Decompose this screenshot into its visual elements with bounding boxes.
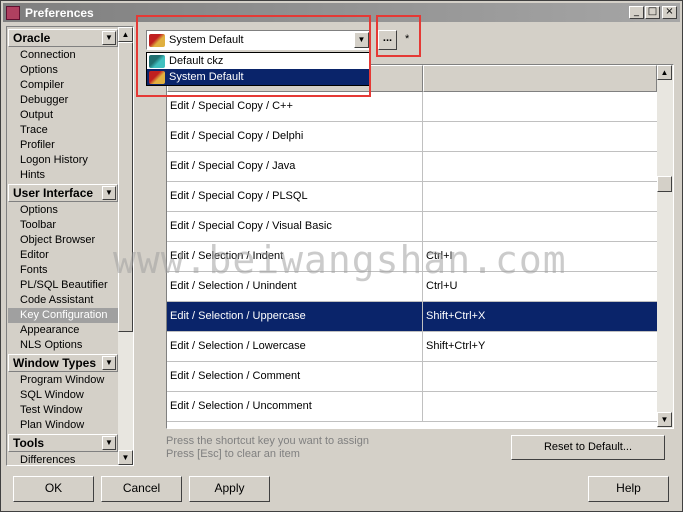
sidebar-item[interactable]: Appearance bbox=[8, 323, 118, 338]
sidebar-item[interactable]: Plan Window bbox=[8, 418, 118, 433]
highlight-box-config bbox=[136, 15, 371, 97]
app-icon bbox=[6, 5, 20, 20]
command-cell[interactable]: Edit / Selection / Uncomment bbox=[167, 392, 423, 421]
sidebar-group-header[interactable]: User Interface ▼ bbox=[8, 184, 118, 202]
chevron-down-icon[interactable]: ▼ bbox=[102, 356, 116, 370]
help-button[interactable]: Help bbox=[588, 476, 669, 502]
table-row[interactable]: Edit / Selection / Lowercase Shift+Ctrl+Y bbox=[167, 332, 673, 362]
shortcut-cell[interactable] bbox=[423, 92, 657, 121]
grid-rows: Edit / Special Copy / C++ Edit / Special … bbox=[167, 92, 673, 422]
command-cell[interactable]: Edit / Selection / Comment bbox=[167, 362, 423, 391]
shortcut-cell[interactable]: Shift+Ctrl+Y bbox=[423, 332, 657, 361]
sidebar-group-header[interactable]: Window Types ▼ bbox=[8, 354, 118, 372]
grid-scroll-thumb[interactable] bbox=[657, 176, 672, 192]
shortcut-cell[interactable] bbox=[423, 392, 657, 421]
sidebar-item[interactable]: Options bbox=[8, 63, 118, 78]
shortcut-cell[interactable]: Ctrl+I bbox=[423, 242, 657, 271]
scroll-up-icon[interactable]: ▲ bbox=[657, 65, 672, 80]
sidebar-item[interactable]: Logon History bbox=[8, 153, 118, 168]
shortcut-cell[interactable]: Shift+Ctrl+X bbox=[423, 302, 657, 331]
command-cell[interactable]: Edit / Special Copy / Visual Basic bbox=[167, 212, 423, 241]
command-cell[interactable]: Edit / Selection / Unindent bbox=[167, 272, 423, 301]
sidebar-item[interactable]: Connection bbox=[8, 48, 118, 63]
table-row[interactable]: Edit / Selection / Unindent Ctrl+U bbox=[167, 272, 673, 302]
shortcut-cell[interactable] bbox=[423, 212, 657, 241]
command-cell[interactable]: Edit / Special Copy / PLSQL bbox=[167, 182, 423, 211]
sidebar-item[interactable]: NLS Options bbox=[8, 338, 118, 353]
shortcut-hint: Press the shortcut key you want to assig… bbox=[166, 435, 369, 460]
shortcut-cell[interactable] bbox=[423, 362, 657, 391]
preferences-window: Preferences _ □ × Oracle ▼ Connection Optio… bbox=[0, 0, 683, 512]
sidebar-item[interactable]: Differences bbox=[8, 453, 118, 464]
highlight-box-ellipsis bbox=[376, 15, 421, 57]
sidebar-item[interactable]: Code Assistant bbox=[8, 293, 118, 308]
command-cell[interactable]: Edit / Selection / Indent bbox=[167, 242, 423, 271]
command-cell[interactable]: Edit / Selection / Uppercase bbox=[167, 302, 423, 331]
scroll-up-icon[interactable]: ▲ bbox=[118, 27, 133, 42]
sidebar: Oracle ▼ Connection Options Compiler Debugger… bbox=[6, 26, 134, 466]
scroll-down-icon[interactable]: ▼ bbox=[118, 450, 133, 465]
sidebar-item[interactable]: PL/SQL Beautifier bbox=[8, 278, 118, 293]
shortcut-cell[interactable] bbox=[423, 182, 657, 211]
sidebar-item[interactable]: Trace bbox=[8, 123, 118, 138]
table-row[interactable]: Edit / Selection / Comment bbox=[167, 362, 673, 392]
sidebar-item[interactable]: Editor bbox=[8, 248, 118, 263]
apply-button[interactable]: Apply bbox=[189, 476, 270, 502]
reset-to-default-button[interactable]: Reset to Default... bbox=[511, 435, 665, 460]
table-row[interactable]: Edit / Special Copy / Visual Basic bbox=[167, 212, 673, 242]
sidebar-scrollbar[interactable]: ▲ ▼ bbox=[118, 27, 133, 465]
sidebar-item[interactable]: Test Window bbox=[8, 403, 118, 418]
scroll-down-icon[interactable]: ▼ bbox=[657, 412, 672, 427]
command-cell[interactable]: Edit / Selection / Lowercase bbox=[167, 332, 423, 361]
command-cell[interactable]: Edit / Special Copy / Java bbox=[167, 152, 423, 181]
shortcut-cell[interactable]: Ctrl+U bbox=[423, 272, 657, 301]
sidebar-scroll-thumb[interactable] bbox=[118, 42, 133, 332]
table-row[interactable]: Edit / Special Copy / Delphi bbox=[167, 122, 673, 152]
sidebar-item[interactable]: Program Window bbox=[8, 373, 118, 388]
sidebar-item[interactable]: Profiler bbox=[8, 138, 118, 153]
chevron-down-icon[interactable]: ▼ bbox=[102, 436, 116, 450]
grid-scrollbar[interactable]: ▲ ▼ bbox=[657, 65, 673, 428]
table-row[interactable]: Edit / Selection / Uppercase Shift+Ctrl+X bbox=[167, 302, 673, 332]
sidebar-item[interactable]: Output bbox=[8, 108, 118, 123]
table-row[interactable]: Edit / Selection / Uncomment bbox=[167, 392, 673, 422]
table-row[interactable]: Edit / Selection / Indent Ctrl+I bbox=[167, 242, 673, 272]
table-row[interactable]: Edit / Special Copy / Java bbox=[167, 152, 673, 182]
maximize-button[interactable]: □ bbox=[645, 6, 660, 19]
sidebar-item[interactable]: Object Browser bbox=[8, 233, 118, 248]
window-title: Preferences bbox=[25, 5, 94, 20]
chevron-down-icon[interactable]: ▼ bbox=[102, 186, 116, 200]
cancel-button[interactable]: Cancel bbox=[101, 476, 182, 502]
minimize-button[interactable]: _ bbox=[629, 6, 644, 19]
sidebar-item[interactable]: Compiler bbox=[8, 78, 118, 93]
sidebar-item[interactable]: SQL Window bbox=[8, 388, 118, 403]
command-cell[interactable]: Edit / Special Copy / Delphi bbox=[167, 122, 423, 151]
close-button[interactable]: × bbox=[662, 6, 677, 19]
sidebar-group-header[interactable]: Oracle ▼ bbox=[8, 29, 118, 47]
sidebar-list: Oracle ▼ Connection Options Compiler Debugger… bbox=[8, 28, 118, 464]
shortcut-cell[interactable] bbox=[423, 152, 657, 181]
sidebar-item[interactable]: Fonts bbox=[8, 263, 118, 278]
table-row[interactable]: Edit / Special Copy / PLSQL bbox=[167, 182, 673, 212]
column-header-shortcut[interactable] bbox=[423, 65, 657, 92]
sidebar-item[interactable]: Options bbox=[8, 203, 118, 218]
sidebar-group-header[interactable]: Tools ▼ bbox=[8, 434, 118, 452]
sidebar-item[interactable]: Toolbar bbox=[8, 218, 118, 233]
sidebar-item[interactable]: Key Configuration bbox=[8, 308, 118, 323]
shortcut-cell[interactable] bbox=[423, 122, 657, 151]
chevron-down-icon[interactable]: ▼ bbox=[102, 31, 116, 45]
sidebar-item[interactable]: Hints bbox=[8, 168, 118, 183]
key-grid: Edit / Special Copy / C++ Edit / Special … bbox=[166, 64, 674, 429]
ok-button[interactable]: OK bbox=[13, 476, 94, 502]
sidebar-item[interactable]: Debugger bbox=[8, 93, 118, 108]
